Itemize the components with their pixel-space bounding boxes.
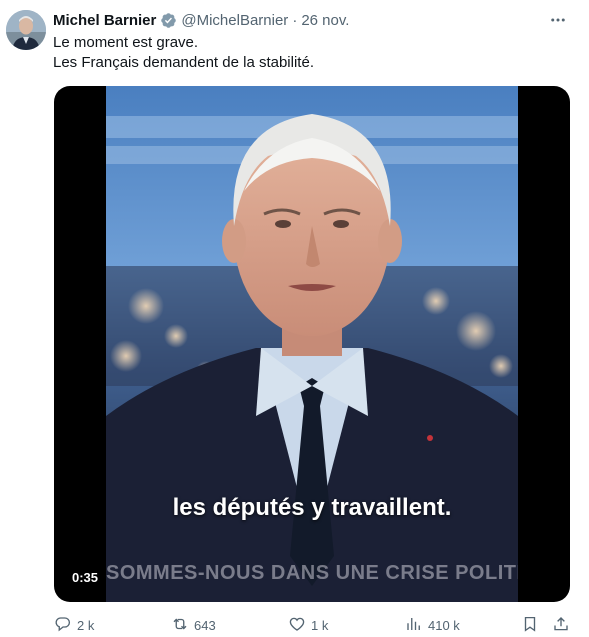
bookmark-button[interactable] [521,614,539,636]
video-banner: SOMMES-NOUS DANS UNE CRISE POLITIQUE [106,562,518,584]
repost-icon [171,615,189,636]
like-icon [288,615,306,636]
reply-count: 2 k [77,617,95,633]
video-duration: 0:35 [72,570,99,585]
like-count: 1 k [311,617,329,633]
views-icon [405,615,423,636]
like-button[interactable]: 1 k [288,614,328,636]
views-button[interactable]: 410 k [405,614,460,636]
tweet-text-line-1: Le moment est grave. [53,34,199,51]
tweet-actions: 2 k 643 1 k 410 k [54,614,574,636]
repost-count: 643 [194,617,216,633]
video-still [106,86,518,602]
share-button[interactable] [552,614,570,636]
tweet-date[interactable]: 26 nov. [301,12,349,29]
tweet-header: Michel Barnier @MichelBarnier · 26 nov. [53,10,349,30]
video-caption: les députés y travaillent. [172,494,452,521]
tweet[interactable]: Michel Barnier @MichelBarnier · 26 nov. … [0,0,589,637]
views-count: 410 k [428,617,460,633]
tweet-text: Le moment est grave. Les Français demand… [53,33,573,73]
video-frame [106,86,518,602]
avatar[interactable] [6,10,46,50]
share-icon [552,615,570,636]
author-name[interactable]: Michel Barnier [53,12,156,29]
reply-button[interactable]: 2 k [54,614,94,636]
tweet-text-line-2: Les Français demandent de la stabilité. [53,54,314,71]
avatar-image [6,10,46,50]
repost-button[interactable]: 643 [171,614,216,636]
bookmark-icon [521,615,539,636]
verified-badge-icon[interactable] [160,12,177,29]
author-handle[interactable]: @MichelBarnier [181,12,288,29]
header-separator: · [292,11,298,29]
more-icon[interactable] [548,10,568,30]
video-player[interactable]: SOMMES-NOUS DANS UNE CRISE POLITIQUE les… [54,86,570,602]
reply-icon [54,615,72,636]
